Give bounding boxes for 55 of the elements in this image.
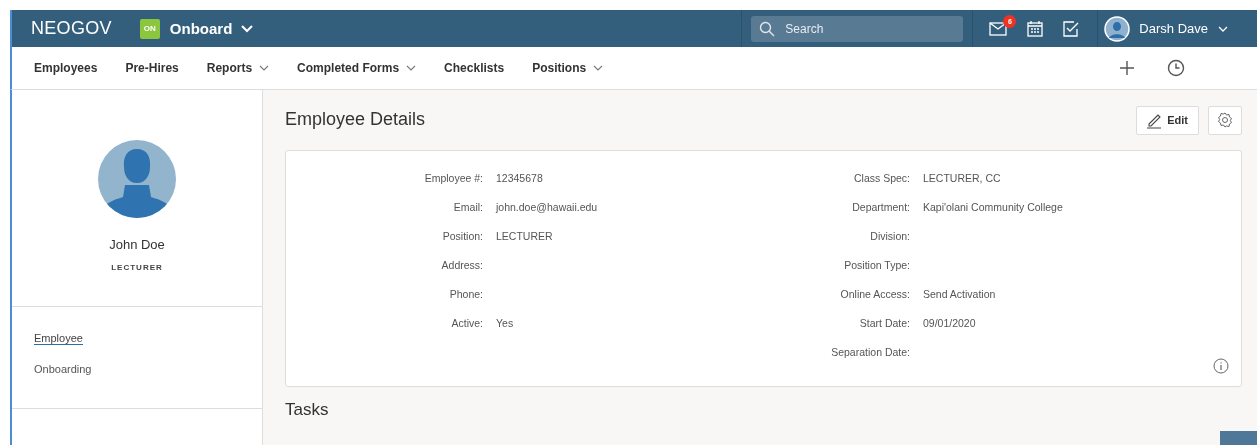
chevron-down-icon bbox=[406, 65, 417, 71]
nav-menu-item[interactable]: Positions bbox=[526, 57, 610, 79]
field-label: Online Access: bbox=[839, 288, 910, 302]
sidebar-link[interactable]: Onboarding bbox=[34, 363, 92, 375]
mail-icon[interactable] bbox=[989, 21, 1008, 36]
field-label: Phone: bbox=[448, 288, 483, 302]
field-value: LECTURER bbox=[496, 230, 553, 244]
avatar-icon bbox=[1104, 15, 1131, 42]
page-title: Employee Details bbox=[285, 108, 426, 130]
edit-button[interactable]: Edit bbox=[1136, 105, 1199, 135]
chevron-down-icon bbox=[240, 23, 255, 34]
employee-title: LECTURER bbox=[111, 263, 163, 272]
calendar-icon[interactable] bbox=[1027, 20, 1044, 37]
settings-icon bbox=[1217, 112, 1233, 128]
info-icon[interactable] bbox=[1213, 358, 1229, 374]
field-label: Position: bbox=[441, 230, 483, 244]
field-value: 12345678 bbox=[496, 172, 543, 186]
field-value: 09/01/2020 bbox=[923, 317, 976, 331]
app-switcher[interactable]: Onboard bbox=[169, 20, 255, 37]
section-title: Tasks bbox=[285, 400, 329, 420]
field-label: Class Spec: bbox=[852, 172, 910, 186]
field-value: john.doe@hawaii.edu bbox=[496, 201, 598, 215]
field-label: Separation Date: bbox=[830, 346, 910, 360]
field-label: Address: bbox=[440, 259, 483, 273]
field-value: Kapi'olani Community College bbox=[923, 201, 1063, 215]
sidebar-link[interactable]: Employee bbox=[34, 332, 83, 345]
chevron-down-icon bbox=[259, 65, 270, 71]
nav-menu-item[interactable]: Completed Forms bbox=[291, 57, 423, 79]
field-label: Email: bbox=[452, 201, 483, 215]
user-menu[interactable]: Darsh Dave bbox=[1098, 15, 1257, 42]
clock-icon[interactable] bbox=[1167, 59, 1185, 77]
brand-logo: NEOGOV bbox=[31, 18, 112, 39]
app-badge: ON bbox=[139, 18, 160, 39]
field-value: Yes bbox=[496, 317, 514, 331]
nav-menu-item[interactable]: Checklists bbox=[438, 57, 511, 79]
field-value: Send Activation bbox=[923, 288, 996, 302]
chevron-down-icon bbox=[1217, 24, 1229, 33]
nav-menu-item[interactable]: Employees bbox=[28, 57, 104, 79]
field-label: Employee #: bbox=[423, 172, 483, 186]
search-field[interactable]: Search bbox=[751, 15, 964, 42]
chevron-down-icon bbox=[593, 65, 604, 71]
add-icon[interactable] bbox=[1119, 60, 1135, 76]
field-label: Department: bbox=[851, 201, 910, 215]
nav-menu-item[interactable]: Reports bbox=[200, 57, 276, 79]
field-label: Division: bbox=[869, 230, 910, 244]
search-icon bbox=[759, 20, 776, 37]
field-label: Active: bbox=[450, 317, 483, 331]
field-label: Position Type: bbox=[843, 259, 910, 273]
checkbox-icon[interactable] bbox=[1063, 20, 1080, 37]
nav-menu-item[interactable]: Pre-Hires bbox=[119, 57, 185, 79]
field-value: LECTURER, CC bbox=[923, 172, 1001, 186]
avatar-silhouette-icon bbox=[97, 139, 177, 219]
employee-name: John Doe bbox=[109, 237, 165, 252]
field-label: Start Date: bbox=[858, 317, 910, 331]
settings-button[interactable] bbox=[1208, 105, 1242, 135]
